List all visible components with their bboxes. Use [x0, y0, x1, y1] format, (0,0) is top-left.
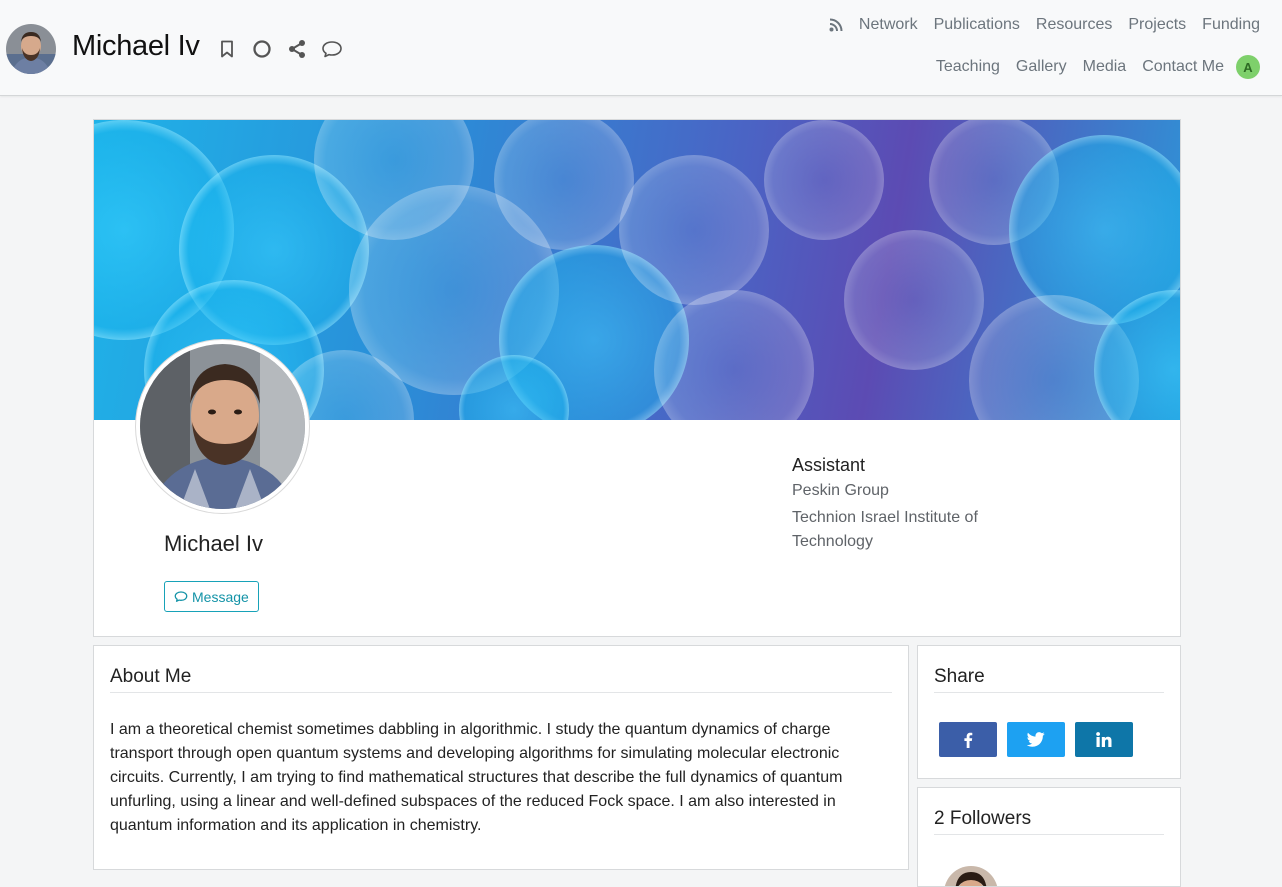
- share-divider: [934, 692, 1164, 693]
- nav-media[interactable]: Media: [1083, 56, 1127, 78]
- facebook-icon: [964, 732, 973, 748]
- follower-avatar[interactable]: [944, 866, 998, 886]
- header-action-icons: [214, 36, 354, 62]
- nav-network[interactable]: Network: [859, 14, 918, 36]
- followers-title: 2 Followers: [934, 808, 1032, 829]
- nav-teaching[interactable]: Teaching: [936, 56, 1000, 78]
- nav-secondary: Teaching Gallery Media Contact Me A: [920, 55, 1260, 79]
- nav-gallery[interactable]: Gallery: [1016, 56, 1067, 78]
- comment-icon[interactable]: [319, 36, 345, 62]
- circle-icon[interactable]: [249, 36, 275, 62]
- facebook-share-button[interactable]: [939, 722, 997, 757]
- header-avatar[interactable]: [6, 24, 56, 74]
- share-buttons: [939, 722, 1143, 757]
- nav-funding[interactable]: Funding: [1202, 14, 1260, 36]
- role-title: Assistant: [792, 455, 866, 475]
- role-institution[interactable]: Technion Israel Institute of Technology: [792, 506, 1012, 554]
- role-group[interactable]: Peskin Group: [792, 482, 889, 500]
- share-title: Share: [934, 666, 985, 687]
- about-text: I am a theoretical chemist sometimes dab…: [110, 721, 843, 834]
- followers-card: 2 Followers: [917, 787, 1181, 887]
- comment-icon: [174, 590, 188, 603]
- about-card: About Me I am a theoretical chemist some…: [93, 645, 909, 870]
- profile-card: Michael Iv Message Assistant Peskin Grou…: [93, 119, 1181, 637]
- nav-contact-me[interactable]: Contact Me: [1142, 56, 1224, 78]
- profile-photo: [135, 339, 310, 514]
- site-title[interactable]: Michael Iv: [72, 30, 200, 63]
- linkedin-share-button[interactable]: [1075, 722, 1133, 757]
- about-divider: [110, 692, 892, 693]
- nav-resources[interactable]: Resources: [1036, 14, 1112, 36]
- twitter-icon: [1027, 732, 1045, 747]
- about-title: About Me: [110, 666, 192, 687]
- message-button-label: Message: [192, 588, 249, 605]
- linkedin-icon: [1096, 732, 1112, 747]
- bookmark-icon[interactable]: [214, 36, 240, 62]
- nav-primary: Network Publications Resources Projects …: [829, 14, 1260, 36]
- nav-publications[interactable]: Publications: [934, 14, 1020, 36]
- rss-icon[interactable]: [829, 18, 843, 32]
- followers-divider: [934, 834, 1164, 835]
- nav-projects[interactable]: Projects: [1128, 14, 1186, 36]
- message-button[interactable]: Message: [164, 581, 259, 612]
- profile-name: Michael Iv: [164, 531, 264, 556]
- user-account-badge[interactable]: A: [1236, 55, 1260, 79]
- twitter-share-button[interactable]: [1007, 722, 1065, 757]
- top-navbar: Michael Iv Network Publications Resource…: [0, 0, 1282, 96]
- share-icon[interactable]: [284, 36, 310, 62]
- share-card: Share: [917, 645, 1181, 779]
